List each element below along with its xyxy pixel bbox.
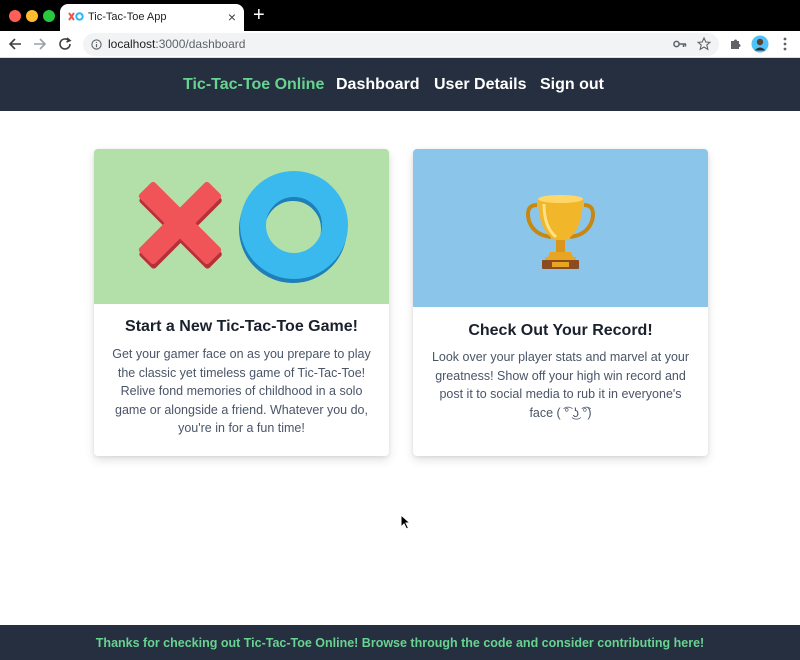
record-card[interactable]: Check Out Your Record! Look over your pl… bbox=[413, 149, 708, 456]
minimize-window-button[interactable] bbox=[26, 10, 38, 22]
bookmark-star-icon[interactable] bbox=[697, 37, 711, 51]
nav-dashboard-link[interactable]: Dashboard bbox=[336, 76, 420, 94]
maximize-window-button[interactable] bbox=[43, 10, 55, 22]
info-icon[interactable] bbox=[91, 39, 102, 50]
reload-icon[interactable] bbox=[55, 34, 75, 54]
extensions-puzzle-icon[interactable] bbox=[726, 34, 746, 54]
profile-avatar[interactable] bbox=[750, 34, 770, 54]
record-card-image bbox=[413, 149, 708, 307]
nav-sign-out-link[interactable]: Sign out bbox=[540, 76, 604, 94]
nav-user-details-link[interactable]: User Details bbox=[434, 76, 527, 94]
url-text: localhost:3000/dashboard bbox=[108, 37, 245, 51]
more-menu-icon[interactable] bbox=[775, 34, 795, 54]
key-icon[interactable] bbox=[673, 38, 687, 50]
trophy-icon bbox=[526, 195, 595, 269]
tab-close-icon[interactable]: × bbox=[228, 8, 236, 26]
mouse-cursor-icon bbox=[400, 514, 412, 530]
brand-link[interactable]: Tic-Tac-Toe Online bbox=[183, 76, 324, 94]
browser-tab-bar: Tic-Tac-Toe App × + bbox=[0, 0, 800, 31]
xo-favicon-icon bbox=[68, 12, 84, 21]
url-host: localhost bbox=[108, 37, 156, 51]
new-game-card-text: Get your gamer face on as you prepare to… bbox=[112, 347, 371, 436]
app-navbar: Tic-Tac-Toe Online Dashboard User Detail… bbox=[0, 58, 800, 111]
page-footer: Thanks for checking out Tic-Tac-Toe Onli… bbox=[0, 625, 800, 660]
close-window-button[interactable] bbox=[9, 10, 21, 22]
x-mark-icon bbox=[138, 181, 222, 265]
browser-tab[interactable]: Tic-Tac-Toe App × bbox=[60, 4, 244, 31]
x-and-o-illustration bbox=[138, 171, 348, 283]
forward-arrow-icon[interactable] bbox=[30, 34, 50, 54]
footer-text[interactable]: Thanks for checking out Tic-Tac-Toe Onli… bbox=[0, 636, 800, 650]
back-arrow-icon[interactable] bbox=[5, 34, 25, 54]
new-game-card-title: Start a New Tic-Tac-Toe Game! bbox=[125, 318, 358, 335]
record-card-text: Look over your player stats and marvel a… bbox=[431, 350, 690, 420]
o-mark-icon bbox=[240, 171, 348, 279]
new-game-card[interactable]: Start a New Tic-Tac-Toe Game! Get your g… bbox=[94, 149, 389, 456]
record-card-title: Check Out Your Record! bbox=[468, 322, 653, 339]
new-tab-button[interactable]: + bbox=[253, 5, 265, 25]
tab-title: Tic-Tac-Toe App bbox=[88, 11, 167, 23]
url-path: :3000/dashboard bbox=[155, 37, 246, 51]
browser-toolbar: localhost:3000/dashboard bbox=[0, 31, 800, 58]
address-bar[interactable]: localhost:3000/dashboard bbox=[83, 33, 719, 56]
new-game-card-image bbox=[94, 149, 389, 304]
